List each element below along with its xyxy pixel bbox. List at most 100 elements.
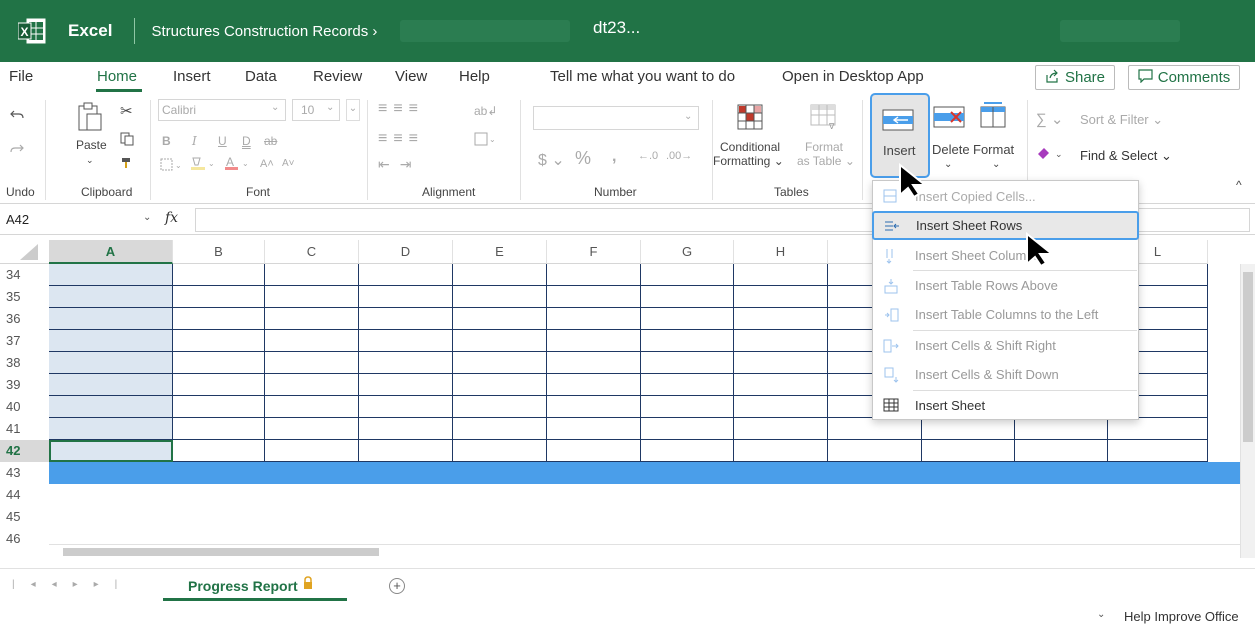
cell-c36[interactable] [265,308,359,330]
format-as-table-icon[interactable]: ∇ [810,104,840,133]
cell-g35[interactable] [641,286,734,308]
redo-icon[interactable] [10,142,24,159]
cell-h40[interactable] [734,396,828,418]
sheet-tab-progress-report[interactable]: Progress Report [163,569,347,601]
tab-file[interactable]: File [9,68,33,85]
row-header-44[interactable]: 44 [0,484,49,506]
column-header-d[interactable]: D [359,240,453,264]
conditional-formatting-label-2[interactable]: Formatting ⌄ [713,154,784,168]
cell-b40[interactable] [173,396,265,418]
decrease-font-icon[interactable]: A˅ [282,158,295,169]
breadcrumb[interactable]: Structures Construction Records › [151,23,377,40]
delete-chevron-icon[interactable]: ⌄ [944,159,952,170]
cell-f34[interactable] [547,264,641,286]
top-align-icons[interactable]: ≡≡≡ [378,100,424,118]
number-format-field[interactable]: ⌄ [533,106,699,130]
cut-icon[interactable]: ✂ [120,102,133,120]
conditional-formatting-icon[interactable] [737,104,763,133]
cell-f38[interactable] [547,352,641,374]
cell-b35[interactable] [173,286,265,308]
bold-icon[interactable]: B [162,134,171,148]
cell-d35[interactable] [359,286,453,308]
fill-color-icon[interactable]: ⌄ [190,156,218,175]
cell-h39[interactable] [734,374,828,396]
menu-item-insert-sheet-rows[interactable]: Insert Sheet Rows [872,211,1139,240]
cell-j42[interactable] [922,440,1015,462]
cell-e35[interactable] [453,286,547,308]
tab-help[interactable]: Help [459,68,490,85]
row-header-35[interactable]: 35 [0,286,49,308]
comma-icon[interactable]: , [612,148,616,166]
menu-item-insert-cells-shift-right[interactable]: Insert Cells & Shift Right [873,331,1138,360]
column-header-e[interactable]: E [453,240,547,264]
borders-icon[interactable]: ⌄ [160,158,184,175]
cell-g39[interactable] [641,374,734,396]
cell-a34[interactable] [49,264,173,286]
row-header-45[interactable]: 45 [0,506,49,528]
cell-l42[interactable] [1108,440,1208,462]
cell-b41[interactable] [173,418,265,440]
cell-g41[interactable] [641,418,734,440]
cell-a38[interactable] [49,352,173,374]
help-improve-office[interactable]: Help Improve Office [1124,609,1239,624]
cell-a41[interactable] [49,418,173,440]
cell-e34[interactable] [453,264,547,286]
cell-a37[interactable] [49,330,173,352]
row-header-40[interactable]: 40 [0,396,49,418]
cell-g36[interactable] [641,308,734,330]
cell-h38[interactable] [734,352,828,374]
cell-c38[interactable] [265,352,359,374]
cell-b37[interactable] [173,330,265,352]
cell-b42[interactable] [173,440,265,462]
collapse-ribbon-icon[interactable]: ^ [1236,178,1242,192]
strikethrough-icon[interactable]: ab [264,134,277,148]
double-underline-icon[interactable]: D [242,134,251,148]
cell-i42[interactable] [828,440,922,462]
fx-icon[interactable]: fx [165,210,178,226]
cell-f42[interactable] [547,440,641,462]
cell-b36[interactable] [173,308,265,330]
undo-icon[interactable] [10,108,24,125]
wrap-text-icon[interactable]: ab↲ [474,104,497,118]
cell-a42[interactable] [49,440,173,462]
cell-a35[interactable] [49,286,173,308]
cell-e36[interactable] [453,308,547,330]
cell-c39[interactable] [265,374,359,396]
name-box[interactable]: A42 [6,212,29,227]
menu-item-insert-sheet-columns[interactable]: Insert Sheet Columns [873,241,1138,270]
cell-e41[interactable] [453,418,547,440]
sheet-nav-icons[interactable]: |◂◂▸▸| [12,579,133,590]
file-name[interactable]: dt23... [593,18,640,38]
cell-e42[interactable] [453,440,547,462]
add-sheet-icon[interactable]: + [389,578,405,594]
column-header-h[interactable]: H [734,240,828,264]
row-header-36[interactable]: 36 [0,308,49,330]
font-name-field[interactable]: Calibri ⌄ [158,99,286,121]
cell-d37[interactable] [359,330,453,352]
format-as-table-label[interactable]: Format [805,140,843,154]
cell-d40[interactable] [359,396,453,418]
cell-a39[interactable] [49,374,173,396]
name-box-chevron-icon[interactable]: ⌄ [143,212,151,223]
cell-k42[interactable] [1015,440,1108,462]
cell-i41[interactable] [828,418,922,440]
cell-a36[interactable] [49,308,173,330]
cell-g40[interactable] [641,396,734,418]
column-header-g[interactable]: G [641,240,734,264]
row-header-34[interactable]: 34 [0,264,49,286]
cell-g38[interactable] [641,352,734,374]
cell-b34[interactable] [173,264,265,286]
cell-j41[interactable] [922,418,1015,440]
merge-center-icon[interactable]: ⌄ [474,132,498,149]
cell-f41[interactable] [547,418,641,440]
indent-icons[interactable]: ⇤⇥ [378,156,421,173]
format-as-table-label-2[interactable]: as Table ⌄ [797,154,855,168]
tab-home[interactable]: Home [97,68,137,85]
increase-font-icon[interactable]: A˄ [260,158,274,170]
select-all-corner[interactable] [0,240,49,264]
font-color-icon[interactable]: A ⌄ [224,155,252,175]
cell-c41[interactable] [265,418,359,440]
cell-e38[interactable] [453,352,547,374]
autosum-icon[interactable]: ∑ ⌄ [1036,110,1063,128]
clear-icon[interactable]: ⌄ [1036,146,1064,163]
